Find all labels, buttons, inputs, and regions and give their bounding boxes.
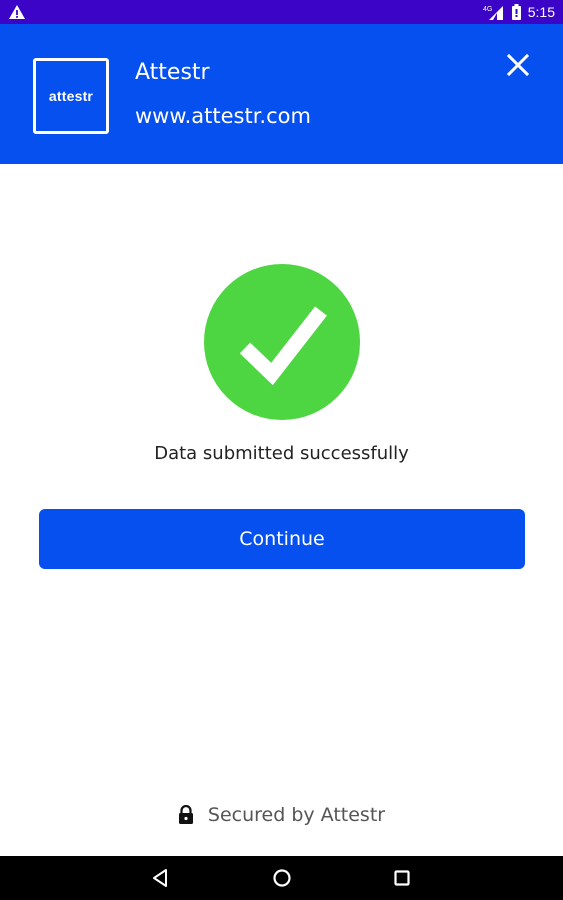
status-right: 4G 5:15 (483, 0, 555, 24)
close-icon (506, 53, 530, 77)
status-bar: 4G 5:15 (0, 0, 563, 24)
close-button[interactable] (500, 47, 536, 83)
secured-text: Secured by Attestr (207, 804, 386, 826)
lock-icon (178, 805, 193, 824)
warning-icon (9, 5, 25, 19)
network-type-label: 4G (483, 6, 492, 13)
continue-button[interactable]: Continue (39, 509, 525, 569)
app-header: attestr Attestr www.attestr.com (0, 24, 563, 164)
home-icon[interactable] (271, 867, 293, 889)
app-url: www.attestr.com (135, 104, 311, 128)
success-message: Data submitted successfully (154, 443, 409, 464)
recents-icon[interactable] (391, 867, 413, 889)
secured-by-footer: Secured by Attestr (0, 800, 563, 830)
signal-icon: 4G (483, 6, 503, 20)
back-icon[interactable] (150, 867, 172, 889)
system-nav-bar (0, 856, 563, 900)
check-circle-icon (204, 264, 360, 420)
app-logo: attestr (33, 58, 109, 134)
battery-icon (511, 4, 521, 20)
app-title: Attestr (135, 60, 210, 85)
status-time: 5:15 (527, 4, 555, 20)
logo-text: attestr (48, 88, 94, 104)
